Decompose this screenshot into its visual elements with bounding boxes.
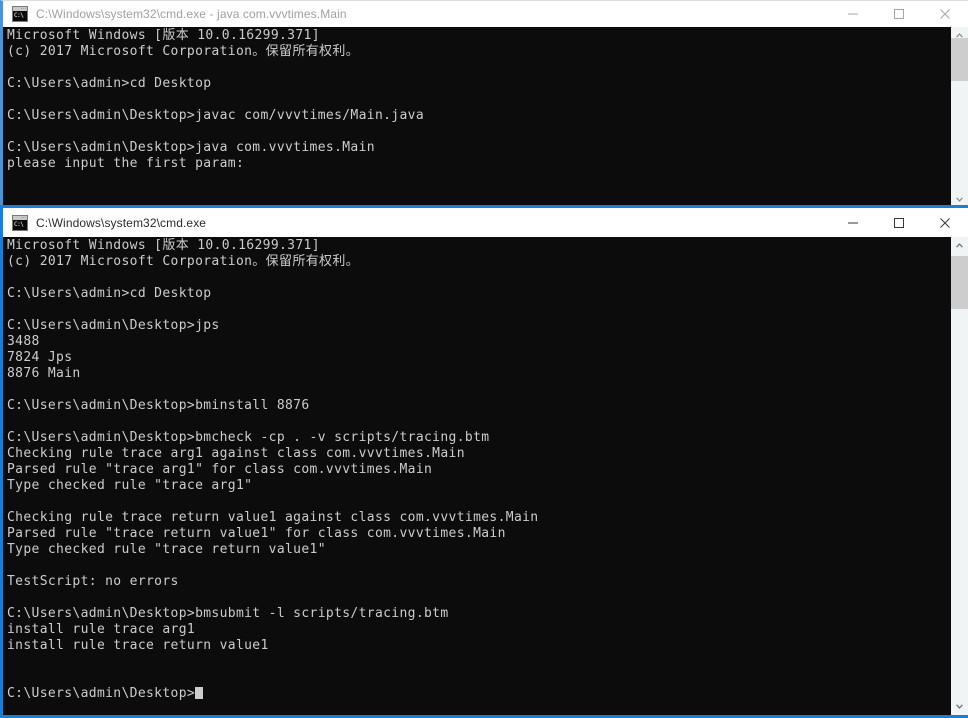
scrollbar-thumb-front[interactable] — [951, 256, 968, 309]
minimize-icon — [848, 222, 858, 223]
close-button-front[interactable] — [922, 208, 968, 237]
terminal-line: Type checked rule "trace arg1" — [7, 478, 253, 493]
terminal-line: Checking rule trace return value1 agains… — [7, 510, 539, 525]
terminal-line: (c) 2017 Microsoft Corporation。保留所有权利。 — [7, 44, 360, 59]
cmd-icon-prompt: C:\ — [13, 11, 27, 21]
minimize-button-back[interactable] — [830, 1, 876, 27]
terminal-line: install rule trace return value1 — [7, 638, 269, 653]
terminal-line: 8876 Main — [7, 366, 81, 381]
terminal-line: C:\Users\admin\Desktop> — [7, 686, 951, 702]
terminal-line: C:\Users\admin\Desktop>jps — [7, 318, 220, 333]
terminal-line: Parsed rule "trace return value1" for cl… — [7, 526, 506, 541]
close-icon — [940, 9, 950, 19]
terminal-line: Checking rule trace arg1 against class c… — [7, 446, 465, 461]
close-button-back[interactable] — [922, 1, 968, 27]
scroll-up-arrow-icon[interactable] — [951, 237, 968, 254]
maximize-icon — [894, 9, 904, 19]
console-window-front[interactable]: ··· C:\ C:\Windows\system32\cmd.exe Micr… — [0, 205, 968, 718]
cmd-icon-prompt: C:\ — [13, 219, 27, 230]
maximize-icon — [894, 217, 904, 228]
window-title-back: C:\Windows\system32\cmd.exe - java com.v… — [36, 7, 347, 21]
terminal-line: install rule trace arg1 — [7, 622, 196, 637]
console-output-front[interactable]: Microsoft Windows [版本 10.0.16299.371] (c)… — [3, 237, 968, 715]
cmd-console-icon: ··· C:\ — [12, 214, 28, 231]
scrollbar-front[interactable] — [951, 237, 968, 715]
terminal-line: C:\Users\admin\Desktop>bmsubmit -l scrip… — [7, 606, 449, 621]
terminal-text-back: Microsoft Windows [版本 10.0.16299.371] (c)… — [7, 28, 951, 172]
terminal-line: (c) 2017 Microsoft Corporation。保留所有权利。 — [7, 254, 360, 269]
window-controls-back — [830, 1, 968, 27]
maximize-button-front[interactable] — [876, 208, 922, 237]
terminal-line: C:\Users\admin\Desktop>javac com/vvvtime… — [7, 108, 425, 123]
console-window-back[interactable]: ··· C:\ C:\Windows\system32\cmd.exe - ja… — [0, 0, 968, 208]
terminal-cursor — [195, 687, 204, 699]
terminal-line: Type checked rule "trace return value1" — [7, 542, 326, 557]
terminal-line: 7824 Jps — [7, 350, 73, 365]
terminal-line: C:\Users\admin\Desktop>bminstall 8876 — [7, 398, 310, 413]
scroll-down-arrow-icon[interactable] — [951, 698, 968, 715]
window-controls-front — [830, 208, 968, 237]
terminal-line: Parsed rule "trace arg1" for class com.v… — [7, 462, 433, 477]
titlebar-back[interactable]: ··· C:\ C:\Windows\system32\cmd.exe - ja… — [3, 1, 968, 27]
close-icon — [940, 217, 950, 228]
terminal-line: C:\Users\admin>cd Desktop — [7, 76, 212, 91]
terminal-line: C:\Users\admin\Desktop>bmcheck -cp . -v … — [7, 430, 490, 445]
terminal-line: Microsoft Windows [版本 10.0.16299.371] — [7, 238, 320, 253]
terminal-line: C:\Users\admin>cd Desktop — [7, 286, 212, 301]
terminal-line: TestScript: no errors — [7, 574, 179, 589]
minimize-icon — [848, 13, 858, 15]
terminal-line: C:\Users\admin\Desktop>java com.vvvtimes… — [7, 140, 375, 155]
chevron-down-icon — [956, 197, 963, 202]
terminal-line: Microsoft Windows [版本 10.0.16299.371] — [7, 28, 320, 43]
titlebar-front[interactable]: ··· C:\ C:\Windows\system32\cmd.exe — [3, 208, 968, 237]
scrollbar-back[interactable] — [951, 27, 968, 208]
console-output-back[interactable]: Microsoft Windows [版本 10.0.16299.371] (c)… — [3, 27, 968, 208]
cmd-console-icon: ··· C:\ — [12, 6, 28, 22]
chevron-down-icon — [956, 704, 963, 709]
chevron-up-icon — [956, 243, 963, 248]
window-title-front: C:\Windows\system32\cmd.exe — [36, 215, 207, 230]
terminal-line: 3488 — [7, 334, 40, 349]
scrollbar-thumb-back[interactable] — [951, 37, 968, 82]
terminal-line: please input the first param: — [7, 156, 245, 171]
minimize-button-front[interactable] — [830, 208, 876, 237]
maximize-button-back[interactable] — [876, 1, 922, 27]
terminal-text-front: Microsoft Windows [版本 10.0.16299.371] (c)… — [7, 238, 951, 702]
